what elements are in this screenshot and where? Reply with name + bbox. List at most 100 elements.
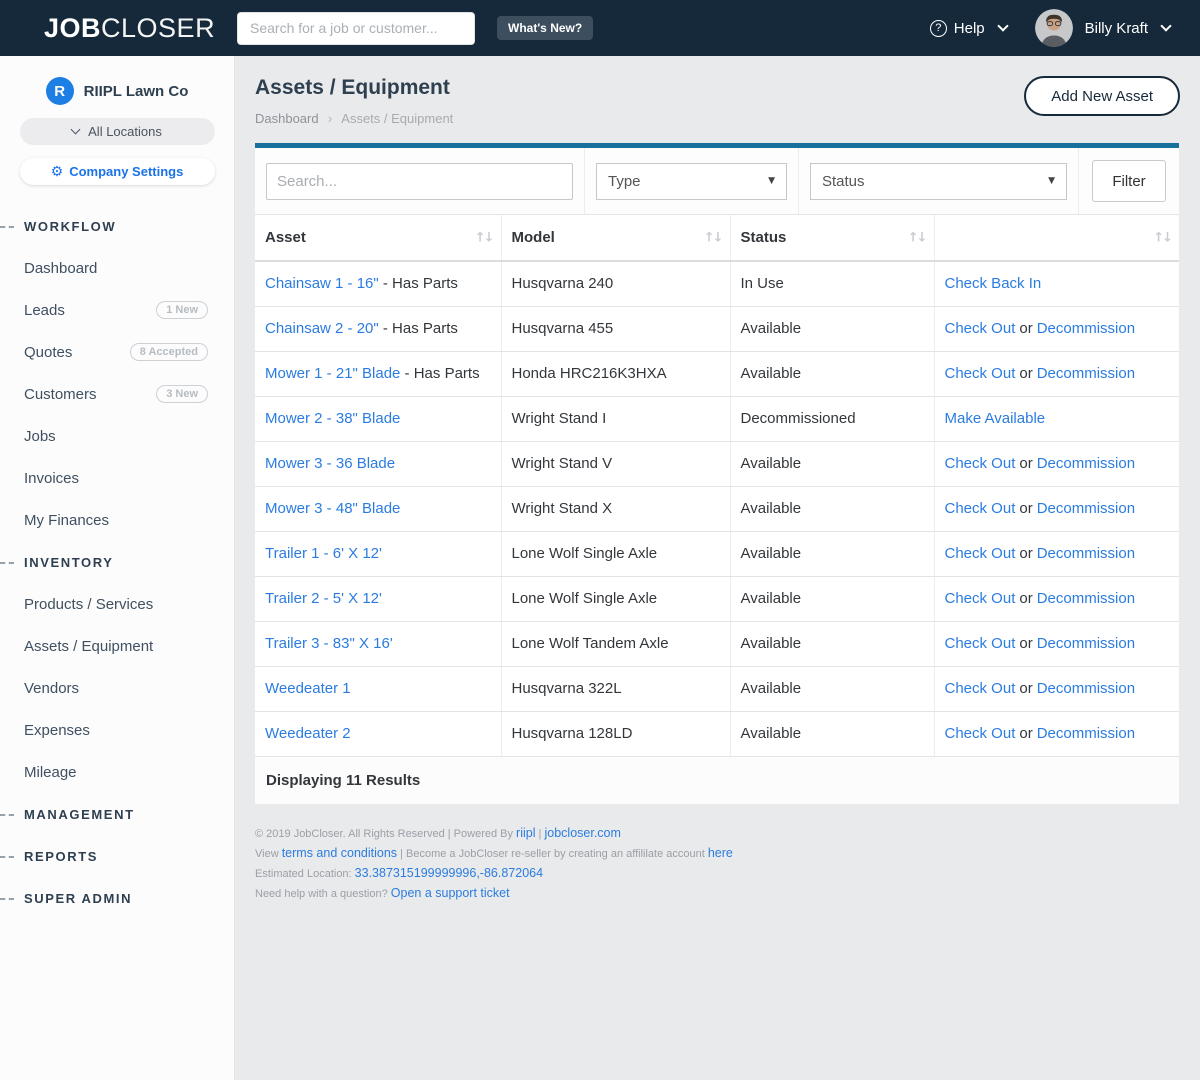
- user-avatar[interactable]: [1035, 9, 1073, 47]
- action-link-secondary[interactable]: Decommission: [1037, 365, 1135, 382]
- asset-link[interactable]: Chainsaw 1 - 16": [265, 275, 379, 292]
- sort-icon[interactable]: ↑↓: [908, 230, 926, 245]
- sidebar-item-badge: 3 New: [156, 385, 208, 403]
- whats-new-button[interactable]: What's New?: [497, 16, 593, 40]
- app-logo[interactable]: JOBCLOSER: [44, 13, 195, 44]
- status-select[interactable]: Status ▼: [810, 163, 1067, 200]
- footer-link[interactable]: riipl: [516, 826, 535, 840]
- sidebar-item-leads[interactable]: Leads1 New: [0, 289, 234, 331]
- footer-link[interactable]: jobcloser.com: [544, 826, 620, 840]
- asset-link[interactable]: Mower 1 - 21" Blade: [265, 365, 400, 382]
- column-header-asset[interactable]: Asset↑↓: [255, 215, 501, 261]
- action-link-primary[interactable]: Check Out: [945, 365, 1016, 382]
- global-search-input[interactable]: [237, 12, 475, 45]
- sidebar-section-management[interactable]: MANAGEMENT: [0, 793, 234, 835]
- help-menu[interactable]: ? Help: [930, 20, 1007, 37]
- asset-link[interactable]: Chainsaw 2 - 20": [265, 320, 379, 337]
- footer-link[interactable]: 33.387315199999996,-86.872064: [355, 866, 543, 880]
- action-link-primary[interactable]: Make Available: [945, 410, 1046, 427]
- action-link-primary[interactable]: Check Out: [945, 500, 1016, 517]
- sidebar-item-products-services[interactable]: Products / Services: [0, 583, 234, 625]
- status-cell: Available: [730, 306, 934, 351]
- column-header-actions[interactable]: ↑↓: [934, 215, 1179, 261]
- footer-line: Need help with a question? Open a suppor…: [255, 885, 1180, 902]
- model-cell: Wright Stand V: [501, 441, 730, 486]
- action-link-primary[interactable]: Check Out: [945, 545, 1016, 562]
- status-cell: Available: [730, 621, 934, 666]
- asset-link[interactable]: Trailer 3 - 83" X 16': [265, 635, 393, 652]
- action-link-primary[interactable]: Check Out: [945, 455, 1016, 472]
- action-link-primary[interactable]: Check Back In: [945, 275, 1042, 292]
- asset-link[interactable]: Weedeater 2: [265, 725, 351, 742]
- type-select[interactable]: Type ▼: [596, 163, 787, 200]
- sidebar-item-my-finances[interactable]: My Finances: [0, 499, 234, 541]
- action-link-secondary[interactable]: Decommission: [1037, 680, 1135, 697]
- table-search-input[interactable]: [266, 163, 573, 200]
- action-link-primary[interactable]: Check Out: [945, 680, 1016, 697]
- asset-link[interactable]: Trailer 1 - 6' X 12': [265, 545, 382, 562]
- sort-icon[interactable]: ↑↓: [704, 230, 722, 245]
- action-link-secondary[interactable]: Decommission: [1037, 320, 1135, 337]
- sidebar-item-assets-equipment[interactable]: Assets / Equipment: [0, 625, 234, 667]
- sidebar-section-reports[interactable]: REPORTS: [0, 835, 234, 877]
- footer-link[interactable]: here: [708, 846, 733, 860]
- model-text: Honda HRC216K3HXA: [512, 365, 667, 382]
- action-link-secondary[interactable]: Decommission: [1037, 635, 1135, 652]
- user-name[interactable]: Billy Kraft: [1085, 20, 1148, 37]
- actions-cell: Check OutorDecommission: [934, 531, 1179, 576]
- sidebar-section-super-admin[interactable]: SUPER ADMIN: [0, 877, 234, 919]
- action-link-secondary[interactable]: Decommission: [1037, 455, 1135, 472]
- sidebar-item-dashboard[interactable]: Dashboard: [0, 247, 234, 289]
- asset-link[interactable]: Mower 3 - 48" Blade: [265, 500, 400, 517]
- action-link-primary[interactable]: Check Out: [945, 590, 1016, 607]
- sidebar-section-workflow[interactable]: WORKFLOW: [0, 205, 234, 247]
- footer-link[interactable]: Open a support ticket: [391, 886, 510, 900]
- filter-bar: Type ▼ Status ▼ Filter: [255, 148, 1179, 215]
- column-header-model[interactable]: Model↑↓: [501, 215, 730, 261]
- locations-dropdown[interactable]: All Locations: [20, 118, 215, 145]
- top-navbar: JOBCLOSER What's New? ? Help Billy Kraft: [0, 0, 1200, 56]
- status-text: Available: [741, 635, 802, 652]
- footer-link[interactable]: terms and conditions: [282, 846, 397, 860]
- sidebar-section-label: REPORTS: [24, 849, 98, 864]
- action-link-secondary[interactable]: Decommission: [1037, 590, 1135, 607]
- asset-link[interactable]: Weedeater 1: [265, 680, 351, 697]
- action-link-secondary[interactable]: Decommission: [1037, 500, 1135, 517]
- sidebar-item-jobs[interactable]: Jobs: [0, 415, 234, 457]
- footer-text: View: [255, 848, 282, 860]
- section-dash-icon: [0, 814, 14, 816]
- company-settings-button[interactable]: ⚙ Company Settings: [20, 158, 215, 185]
- breadcrumb-dashboard-link[interactable]: Dashboard: [255, 111, 319, 126]
- asset-link[interactable]: Mower 3 - 36 Blade: [265, 455, 395, 472]
- sidebar-item-label: Vendors: [24, 680, 79, 697]
- filter-button[interactable]: Filter: [1092, 160, 1166, 202]
- asset-link[interactable]: Mower 2 - 38" Blade: [265, 410, 400, 427]
- footer-text: Estimated Location:: [255, 868, 355, 880]
- model-text: Lone Wolf Single Axle: [512, 545, 658, 562]
- section-dash-icon: [0, 898, 14, 900]
- model-cell: Lone Wolf Single Axle: [501, 576, 730, 621]
- column-header-status[interactable]: Status↑↓: [730, 215, 934, 261]
- sort-icon[interactable]: ↑↓: [1153, 230, 1171, 245]
- footer-line: Estimated Location: 33.387315199999996,-…: [255, 865, 1180, 882]
- asset-link[interactable]: Trailer 2 - 5' X 12': [265, 590, 382, 607]
- action-link-secondary[interactable]: Decommission: [1037, 545, 1135, 562]
- sidebar-item-invoices[interactable]: Invoices: [0, 457, 234, 499]
- user-chevron-down-icon[interactable]: [1160, 20, 1171, 31]
- asset-cell: Chainsaw 1 - 16" - Has Parts: [255, 261, 501, 306]
- action-link-primary[interactable]: Check Out: [945, 635, 1016, 652]
- sidebar-item-customers[interactable]: Customers3 New: [0, 373, 234, 415]
- action-link-primary[interactable]: Check Out: [945, 725, 1016, 742]
- company-header: R RIIPL Lawn Co: [0, 56, 234, 105]
- sidebar-section-inventory[interactable]: INVENTORY: [0, 541, 234, 583]
- sort-icon[interactable]: ↑↓: [475, 230, 493, 245]
- add-new-asset-button[interactable]: Add New Asset: [1024, 76, 1180, 116]
- sidebar-item-mileage[interactable]: Mileage: [0, 751, 234, 793]
- sidebar-item-vendors[interactable]: Vendors: [0, 667, 234, 709]
- action-link-primary[interactable]: Check Out: [945, 320, 1016, 337]
- sidebar-item-quotes[interactable]: Quotes8 Accepted: [0, 331, 234, 373]
- status-cell: Available: [730, 531, 934, 576]
- sidebar-item-expenses[interactable]: Expenses: [0, 709, 234, 751]
- action-link-secondary[interactable]: Decommission: [1037, 725, 1135, 742]
- actions-cell: Check OutorDecommission: [934, 486, 1179, 531]
